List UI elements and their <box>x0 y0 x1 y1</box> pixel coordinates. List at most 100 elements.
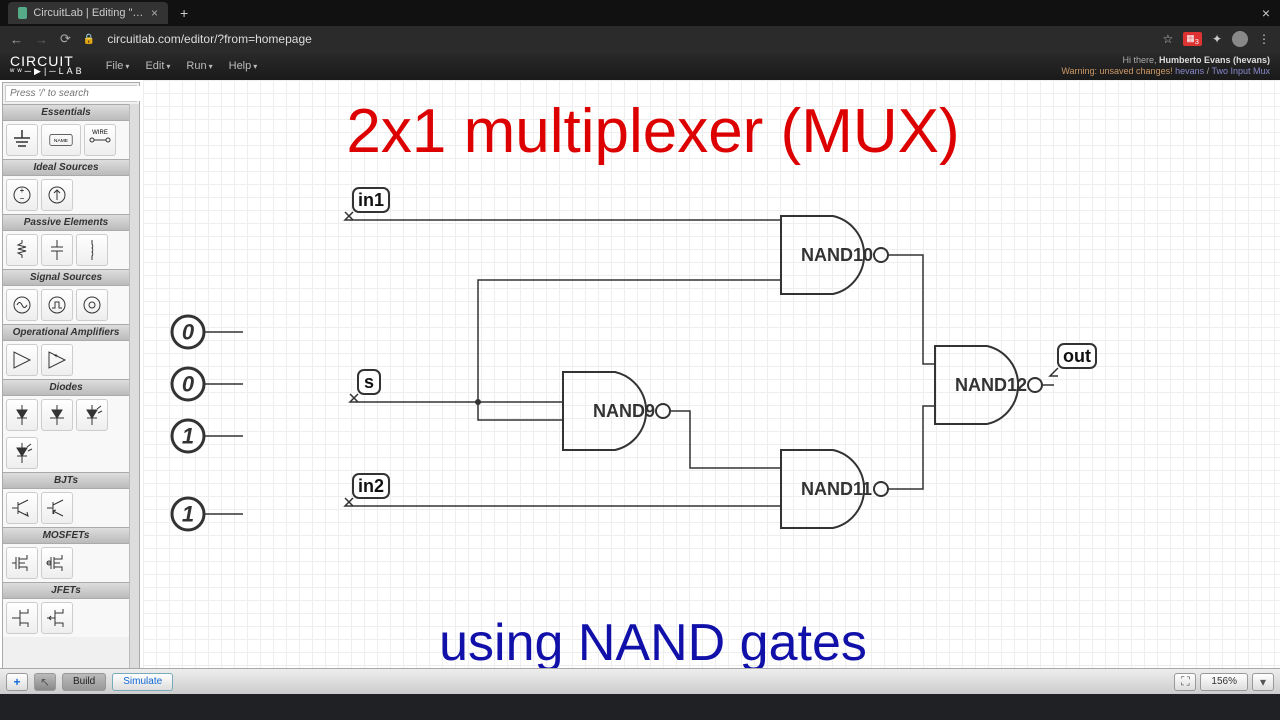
forward-icon[interactable]: → <box>35 32 48 47</box>
tab-close-icon[interactable]: × <box>151 6 158 20</box>
photodiode-icon[interactable] <box>6 437 38 469</box>
opamp2-icon[interactable]: + <box>41 344 73 376</box>
back-icon[interactable]: ← <box>10 32 23 47</box>
reload-icon[interactable]: ⟳ <box>60 31 71 47</box>
user-link[interactable]: hevans <box>1175 66 1204 76</box>
menu-help[interactable]: Help▾ <box>223 58 264 74</box>
npn-icon[interactable] <box>6 492 38 524</box>
palette-header-bjts: BJTs <box>3 472 129 489</box>
component-sidebar: × Essentials NAME WIRE Ideal Sources +− … <box>2 82 140 692</box>
menu-run[interactable]: Run▾ <box>180 58 218 74</box>
palette-header-essentials: Essentials <box>3 104 129 121</box>
zoom-dropdown-icon[interactable]: ▾ <box>1252 673 1274 691</box>
pjfet-icon[interactable] <box>41 602 73 634</box>
bottom-toolbar: + ↖ Build Simulate ⛶ 156% ▾ <box>0 668 1280 694</box>
name-node-icon[interactable]: NAME <box>41 124 81 156</box>
search-input[interactable] <box>6 86 148 101</box>
menu-edit[interactable]: Edit▾ <box>139 58 176 74</box>
url-text[interactable]: circuitlab.com/editor/?from=homepage <box>107 32 1150 46</box>
svg-text:NAND10: NAND10 <box>801 245 873 265</box>
tab-title: CircuitLab | Editing "Two Inpu <box>33 7 145 19</box>
gate-nand12[interactable]: NAND12 <box>935 346 1042 424</box>
node-out[interactable]: out <box>1050 344 1096 376</box>
browser-titlebar: CircuitLab | Editing "Two Inpu × + × <box>0 0 1280 26</box>
current-source-icon[interactable] <box>41 179 73 211</box>
svg-text:out: out <box>1063 346 1091 366</box>
menu-list: File▾ Edit▾ Run▾ Help▾ <box>100 58 264 74</box>
voltage-source-icon[interactable]: +− <box>6 179 38 211</box>
node-s[interactable]: s <box>350 370 380 402</box>
svg-text:in2: in2 <box>358 476 384 496</box>
new-tab-button[interactable]: + <box>174 5 194 21</box>
pnp-icon[interactable] <box>41 492 73 524</box>
simulate-tab[interactable]: Simulate <box>112 673 173 691</box>
input-0b[interactable]: 0 <box>172 368 243 400</box>
svg-text:1: 1 <box>182 424 194 449</box>
input-0a[interactable]: 0 <box>172 316 243 348</box>
gate-nand11[interactable]: NAND11 <box>781 450 888 528</box>
node-in1[interactable]: in1 <box>345 188 389 220</box>
circuit-svg: 2x1 multiplexer (MUX) using NAND gates 0… <box>143 80 1280 694</box>
menu-file[interactable]: File▾ <box>100 58 136 74</box>
led-icon[interactable] <box>76 399 108 431</box>
svg-text:in1: in1 <box>358 190 384 210</box>
palette-header-mosfets: MOSFETs <box>3 527 129 544</box>
component-search[interactable]: × <box>5 85 137 102</box>
svg-text:0: 0 <box>182 320 195 345</box>
palette-header-opamp: Operational Amplifiers <box>3 324 129 341</box>
gate-nand9[interactable]: NAND9 <box>563 372 670 450</box>
opamp-icon[interactable] <box>6 344 38 376</box>
circuitlab-logo[interactable]: CIRCUIT ʷʷ─▶|─LAB <box>10 56 85 76</box>
add-button[interactable]: + <box>6 673 28 691</box>
pulse-source-icon[interactable] <box>41 289 73 321</box>
signal-source-icon[interactable] <box>76 289 108 321</box>
nmos-icon[interactable] <box>6 547 38 579</box>
palette: Essentials NAME WIRE Ideal Sources +− Pa… <box>3 104 129 691</box>
gate-nand10[interactable]: NAND10 <box>781 216 888 294</box>
canvas-subtitle: using NAND gates <box>439 614 867 672</box>
svg-text:+: + <box>54 353 58 360</box>
browser-tab[interactable]: CircuitLab | Editing "Two Inpu × <box>8 2 168 24</box>
zoom-level[interactable]: 156% <box>1200 673 1248 691</box>
inductor-icon[interactable] <box>76 234 108 266</box>
extensions-icon[interactable]: ✦ <box>1212 32 1222 46</box>
wire-icon[interactable]: WIRE <box>84 124 116 156</box>
build-tab[interactable]: Build <box>62 673 106 691</box>
profile-avatar[interactable] <box>1232 31 1248 47</box>
canvas-title: 2x1 multiplexer (MUX) <box>346 97 959 166</box>
cursor-button[interactable]: ↖ <box>34 673 56 691</box>
palette-header-signal: Signal Sources <box>3 269 129 286</box>
menu-icon[interactable]: ⋮ <box>1258 32 1270 46</box>
svg-text:NAND9: NAND9 <box>593 401 655 421</box>
svg-text:NAME: NAME <box>54 138 69 144</box>
user-info: Hi there, Humberto Evans (hevans) Warnin… <box>1061 55 1270 77</box>
ground-icon[interactable] <box>6 124 38 156</box>
address-bar: ← → ⟳ 🔒 circuitlab.com/editor/?from=home… <box>0 26 1280 52</box>
favicon <box>18 7 27 19</box>
extension-badge[interactable]: ▦3 <box>1183 32 1202 47</box>
palette-header-passive: Passive Elements <box>3 214 129 231</box>
capacitor-icon[interactable] <box>41 234 73 266</box>
ac-source-icon[interactable] <box>6 289 38 321</box>
zoom-fit-icon[interactable]: ⛶ <box>1174 673 1196 691</box>
svg-text:NAND12: NAND12 <box>955 375 1027 395</box>
input-1b[interactable]: 1 <box>172 498 243 530</box>
svg-text:0: 0 <box>182 372 195 397</box>
resistor-icon[interactable] <box>6 234 38 266</box>
diode-icon[interactable] <box>6 399 38 431</box>
star-icon[interactable]: ☆ <box>1162 32 1173 46</box>
palette-header-jfets: JFETs <box>3 582 129 599</box>
palette-header-ideal: Ideal Sources <box>3 159 129 176</box>
zener-icon[interactable] <box>41 399 73 431</box>
svg-text:1: 1 <box>182 502 194 527</box>
input-1a[interactable]: 1 <box>172 420 243 452</box>
circuit-canvas[interactable]: 2x1 multiplexer (MUX) using NAND gates 0… <box>143 80 1280 694</box>
pmos-icon[interactable] <box>41 547 73 579</box>
sidebar-scrollbar[interactable] <box>129 104 139 691</box>
lock-icon: 🔒 <box>83 34 95 45</box>
circuit-link[interactable]: Two Input Mux <box>1211 66 1270 76</box>
svg-text:−: − <box>20 194 25 203</box>
njfet-icon[interactable] <box>6 602 38 634</box>
window-close-icon[interactable]: × <box>1262 5 1270 21</box>
node-in2[interactable]: in2 <box>345 474 389 506</box>
